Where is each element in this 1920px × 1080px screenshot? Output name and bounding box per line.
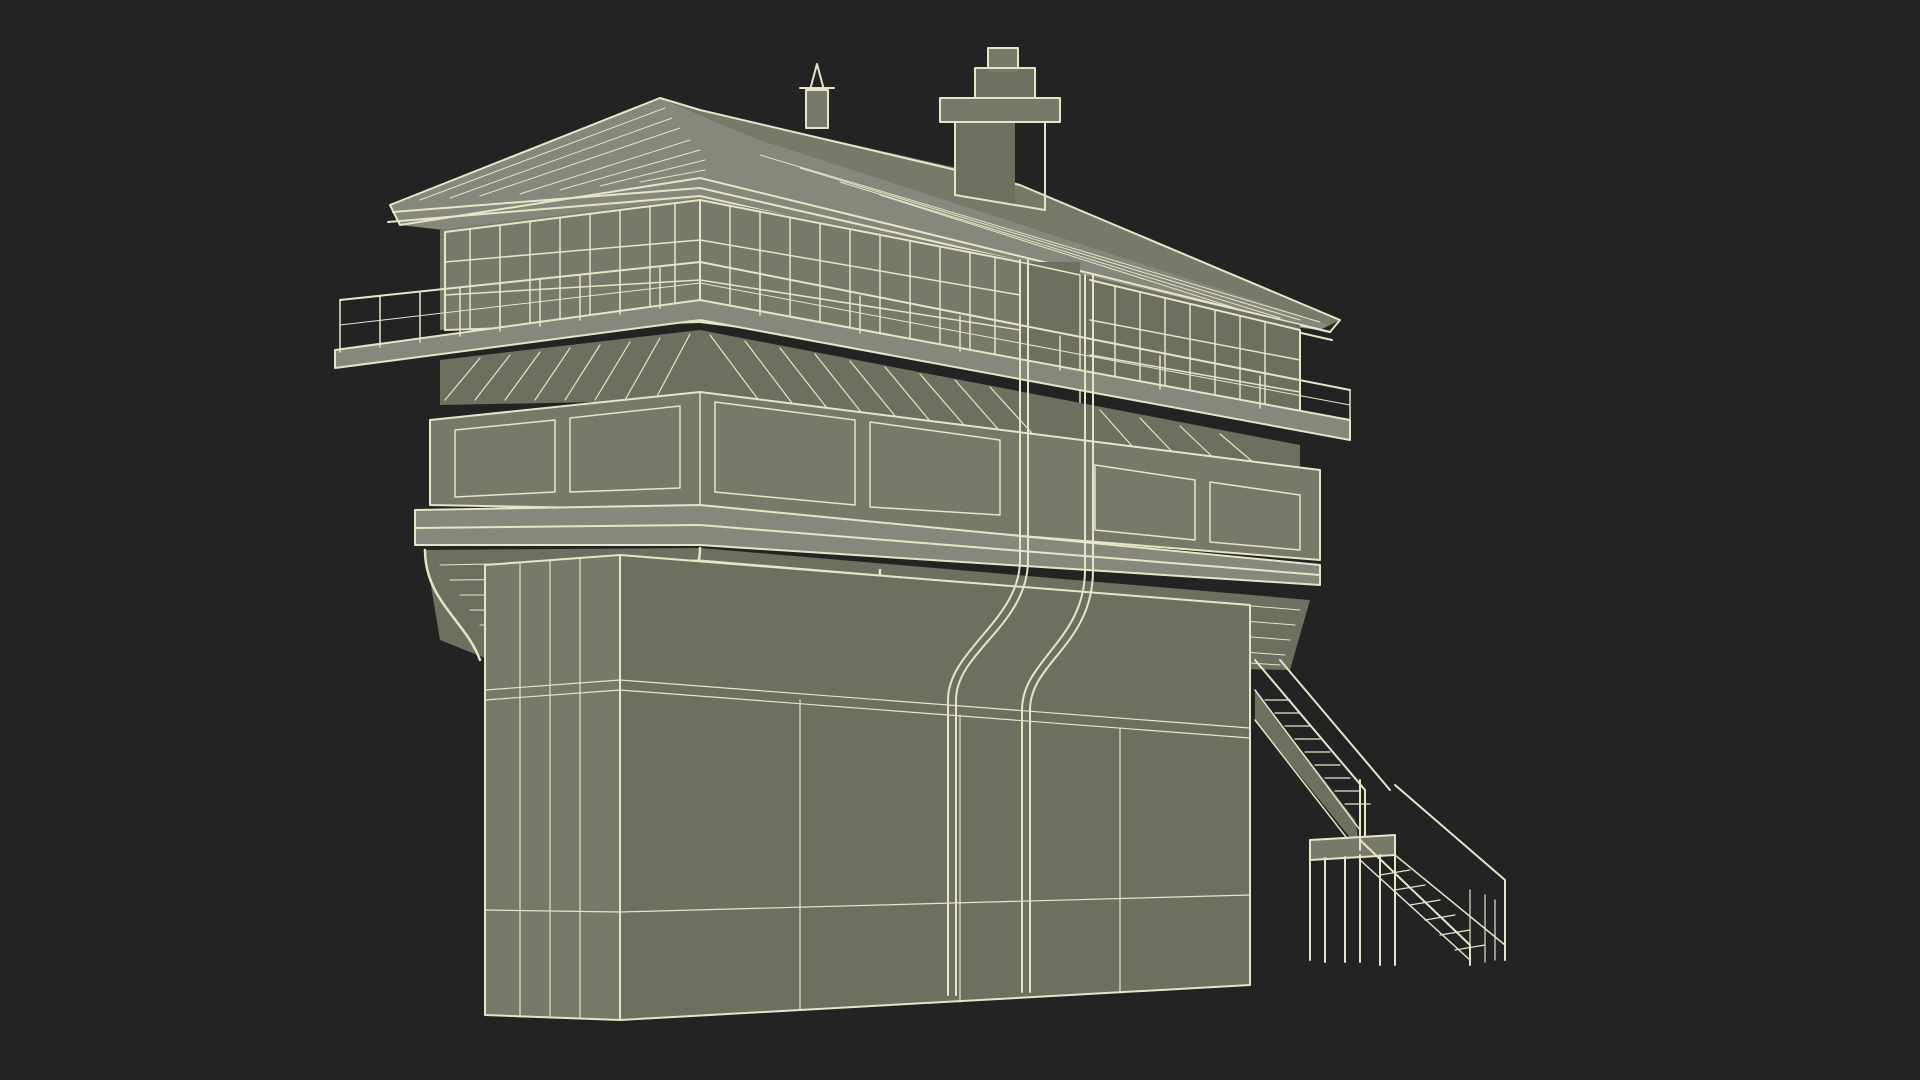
base-block: [484, 554, 1251, 1021]
external-staircase: [1254, 659, 1506, 966]
chimney: [939, 47, 1061, 211]
signal-box-wireframe-model: [334, 47, 1506, 1021]
roof-vent-finial: [799, 63, 835, 129]
render-viewport: [0, 0, 1920, 1080]
